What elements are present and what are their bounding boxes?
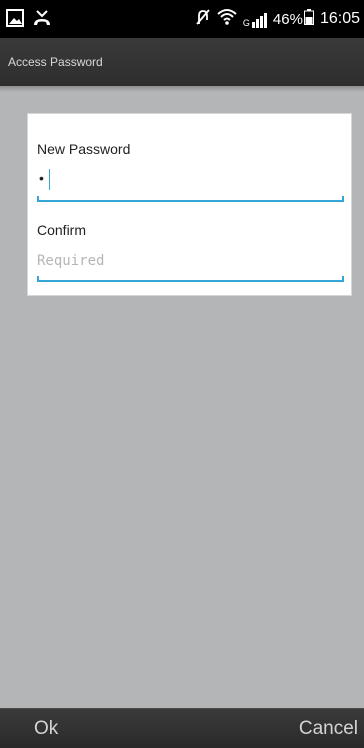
network-type-label: G xyxy=(242,18,250,28)
confirm-label: Confirm xyxy=(37,222,87,238)
page-title: Access Password xyxy=(8,55,103,69)
bottom-button-bar: Ok Cancel xyxy=(0,708,364,748)
battery-percent: 46% xyxy=(272,10,303,28)
ok-button[interactable]: Ok xyxy=(34,709,58,748)
wifi-icon xyxy=(217,8,237,31)
confirm-field[interactable] xyxy=(37,246,344,276)
battery-icon xyxy=(303,8,314,30)
text-caret xyxy=(49,169,50,190)
mute-icon xyxy=(195,8,211,31)
gallery-icon xyxy=(6,9,24,32)
new-password-underline xyxy=(37,196,344,202)
clock: 16:05 xyxy=(319,10,360,27)
title-bar: Access Password xyxy=(0,38,364,86)
title-bar-shadow xyxy=(0,86,364,92)
missed-call-icon xyxy=(32,9,52,32)
status-icons: G 46% 16:05 xyxy=(195,0,360,38)
signal-icon: G xyxy=(243,10,267,28)
confirm-underline xyxy=(37,276,344,282)
new-password-field[interactable]: • xyxy=(37,164,344,202)
new-password-value: • xyxy=(39,170,45,186)
password-dialog: New Password • Confirm xyxy=(27,113,352,296)
new-password-label: New Password xyxy=(37,141,131,157)
status-bar: G 46% 16:05 xyxy=(0,0,364,38)
cancel-button[interactable]: Cancel xyxy=(299,709,358,748)
